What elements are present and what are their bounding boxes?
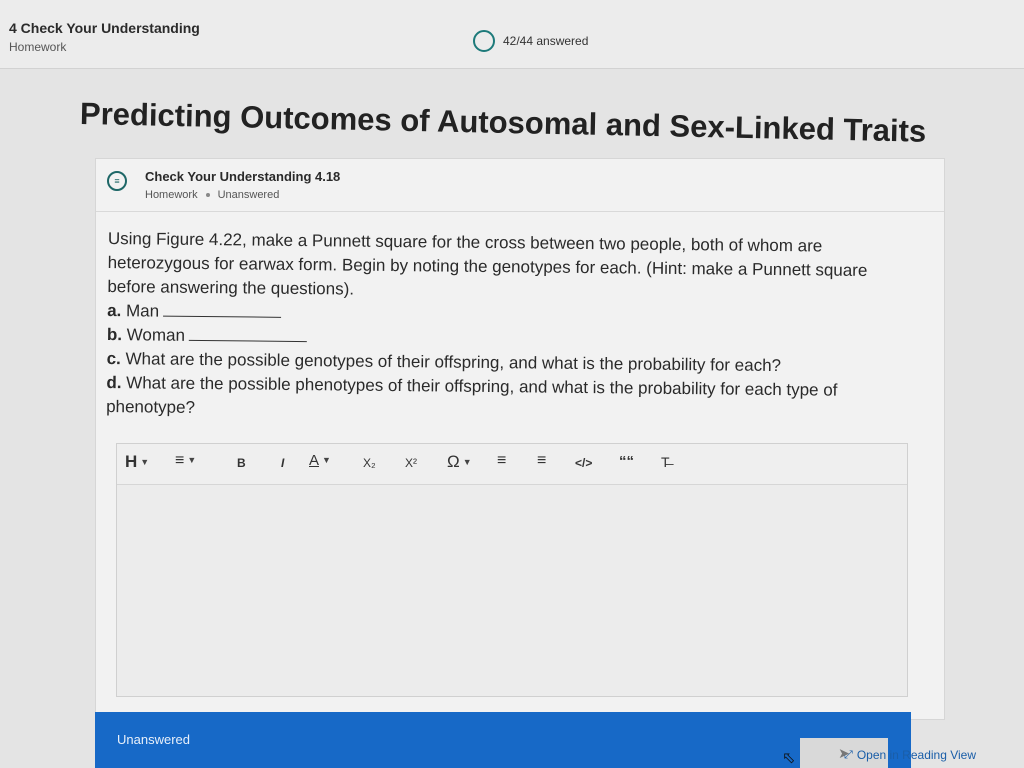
question-text: Using Figure 4.22, make a Punnett square… — [106, 227, 908, 427]
part-a-label: a. — [107, 300, 122, 321]
bullet-list-button[interactable]: ≡ — [497, 452, 506, 470]
part-c-label: c. — [106, 348, 121, 369]
blockquote-button[interactable]: ““ — [619, 453, 634, 470]
footer-status: Unanswered — [117, 732, 190, 747]
answer-blank-a — [163, 301, 282, 318]
part-d-label: d. — [106, 372, 122, 393]
subscript-button[interactable]: X₂ — [363, 456, 376, 470]
card-meta-status: Unanswered — [217, 189, 280, 201]
question-card: ≡ Check Your Understanding 4.18 Homework… — [95, 158, 945, 720]
numbered-list-button[interactable]: ≡ — [537, 452, 546, 470]
text-color-dropdown[interactable]: A ▼ — [309, 452, 331, 469]
superscript-button[interactable]: X² — [405, 456, 417, 470]
clear-formatting-button[interactable]: T̶ — [661, 454, 670, 470]
answer-text-area[interactable] — [117, 485, 907, 695]
heading-icon: H — [125, 452, 138, 471]
card-title: Check Your Understanding 4.18 — [145, 169, 341, 184]
chevron-down-icon: ▼ — [322, 455, 331, 465]
code-button[interactable]: </> — [575, 456, 592, 470]
chevron-down-icon: ▼ — [140, 457, 150, 467]
card-meta: Homework Unanswered — [145, 189, 279, 201]
top-bar: 4 Check Your Understanding Homework 42/4… — [0, 0, 1024, 69]
italic-button[interactable]: I — [281, 456, 284, 470]
separator-dot-icon — [205, 193, 210, 197]
page-title: Predicting Outcomes of Autosomal and Sex… — [79, 96, 927, 149]
omega-icon: Ω — [447, 452, 460, 471]
question-list-icon: ≡ — [107, 171, 127, 191]
part-b-label: b. — [106, 324, 123, 345]
numbered-list-icon: ≡ — [537, 452, 547, 469]
card-meta-type: Homework — [145, 189, 198, 201]
mouse-cursor-icon: ⬁ — [782, 750, 796, 767]
question-prompt: Using Figure 4.22, make a Punnett square… — [107, 228, 868, 299]
chevron-down-icon: ▼ — [187, 455, 197, 465]
bullet-list-icon: ≡ — [497, 452, 507, 469]
editor-toolbar: H ▼ ≡ ▼ B I A ▼ X₂ X² Ω ▼ ≡ ≡ </> ““ T̶ — [117, 444, 907, 485]
align-left-icon: ≡ — [175, 452, 185, 469]
part-c-text: What are the possible genotypes of their… — [125, 349, 782, 376]
text-color-icon: A — [309, 452, 320, 469]
progress-ring-icon — [473, 30, 495, 52]
assignment-title[interactable]: 4 Check Your Understanding — [9, 20, 200, 36]
part-b-text: Woman — [126, 325, 186, 345]
part-d: d. What are the possible phenotypes of t… — [106, 371, 906, 427]
align-dropdown[interactable]: ≡ ▼ — [175, 452, 196, 470]
heading-dropdown[interactable]: H ▼ — [125, 452, 149, 472]
bold-button[interactable]: B — [237, 456, 246, 470]
answer-editor: H ▼ ≡ ▼ B I A ▼ X₂ X² Ω ▼ ≡ ≡ </> ““ T̶ — [116, 443, 908, 697]
progress-indicator: 42/44 answered — [473, 30, 588, 52]
special-character-dropdown[interactable]: Ω ▼ — [447, 452, 472, 472]
part-d-text: What are the possible phenotypes of thei… — [106, 373, 838, 417]
open-reading-view-link[interactable]: ⤢ Open in Reading View — [844, 748, 976, 762]
open-reading-view-label: Open in Reading View — [856, 748, 977, 762]
answer-blank-b — [188, 325, 308, 343]
chevron-down-icon: ▼ — [462, 457, 472, 467]
part-a-text: Man — [125, 301, 160, 321]
assignment-type: Homework — [9, 40, 67, 54]
progress-text: 42/44 answered — [503, 34, 589, 48]
expand-icon: ⤢ — [844, 748, 853, 761]
divider — [96, 211, 944, 212]
